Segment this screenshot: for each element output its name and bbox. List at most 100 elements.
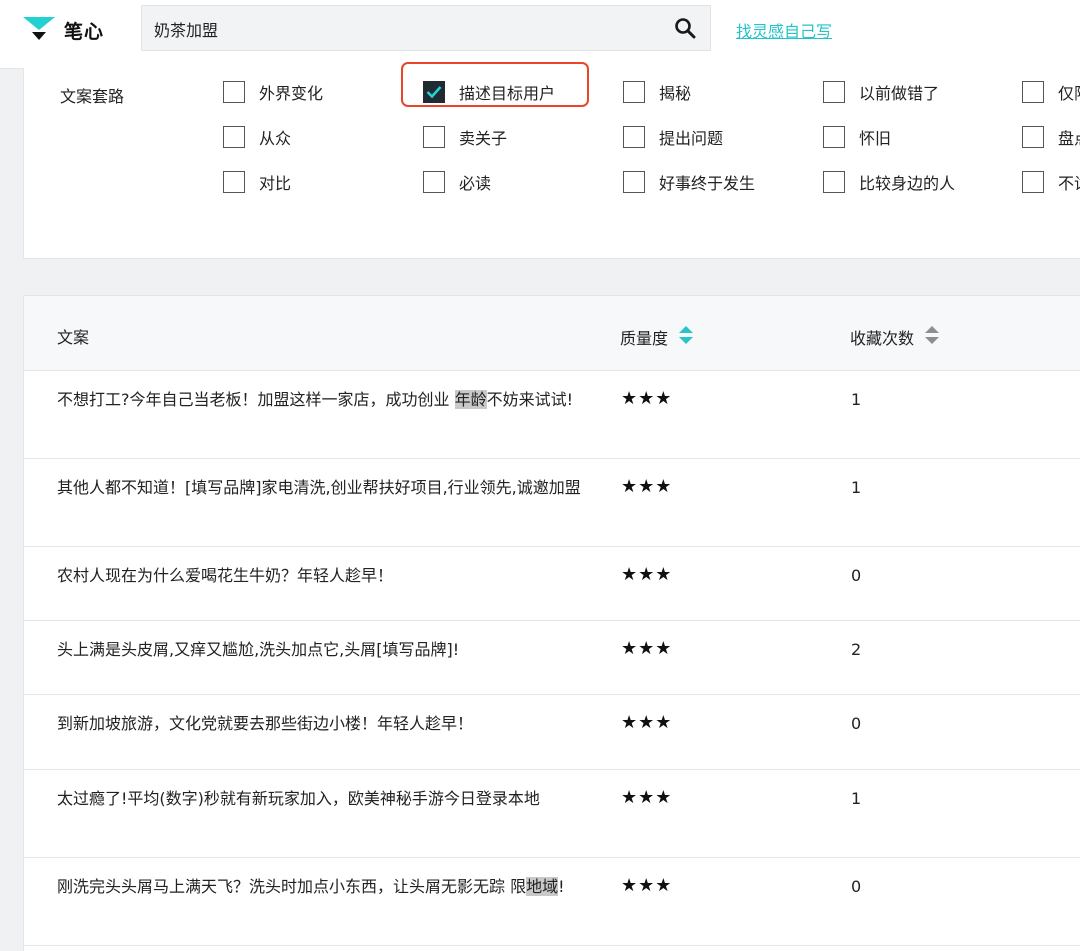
filter-option-describe-target-user[interactable]: 描述目标用户	[423, 79, 555, 105]
option-label: 仅限	[1058, 84, 1080, 103]
checkbox[interactable]	[1022, 81, 1044, 103]
filter-option-dont-try[interactable]: 不试	[1022, 169, 1080, 195]
option-label: 卖关子	[459, 129, 508, 148]
text-segment: !	[558, 877, 565, 896]
text-segment: 其他人都不知道！[填写品牌]家电清洗,创业帮扶好项目,行业领先,诚邀加盟	[57, 478, 581, 497]
checkbox-checked[interactable]	[423, 81, 445, 103]
filter-option-must-read[interactable]: 必读	[423, 169, 491, 195]
keyword-highlight: 地域	[526, 877, 559, 896]
favorite-count: 0	[851, 566, 862, 585]
filter-label: 文案套路	[60, 87, 125, 106]
filter-option-external-change[interactable]: 外界变化	[223, 79, 323, 105]
text-segment: 头上满是头皮屑,又痒又尴尬,洗头加点它,头屑[填写品牌]!	[57, 640, 460, 659]
column-header-favorites[interactable]: 收藏次数	[850, 324, 940, 350]
table-row[interactable]: 头上满是头皮屑,又痒又尴尬,洗头加点它,头屑[填写品牌]! ★★★ 2	[24, 620, 1080, 695]
option-label: 怀旧	[859, 129, 892, 148]
column-header-quality[interactable]: 质量度	[620, 324, 694, 350]
copy-text[interactable]: 太过瘾了!平均(数字)秒就有新玩家加入，欧美神秘手游今日登录本地	[57, 786, 587, 812]
option-label: 对比	[259, 174, 292, 193]
option-label: 必读	[459, 174, 492, 193]
favorite-count: 1	[851, 789, 862, 808]
write-yourself-link[interactable]: 找灵感自己写	[736, 18, 832, 42]
quality-stars: ★★★	[621, 476, 673, 497]
table-row[interactable]: 其他人都不知道！[填写品牌]家电清洗,创业帮扶好项目,行业领先,诚邀加盟 ★★★ 1	[24, 458, 1080, 547]
quality-stars: ★★★	[621, 638, 673, 659]
option-label: 比较身边的人	[859, 174, 956, 193]
quality-stars: ★★★	[621, 875, 673, 896]
copy-text[interactable]: 不想打工?今年自己当老板！加盟这样一家店，成功创业 年龄不妨来试试!	[57, 387, 587, 413]
checkbox[interactable]	[223, 171, 245, 193]
favorite-count: 1	[851, 478, 862, 497]
checkbox[interactable]	[623, 171, 645, 193]
text-segment: 到新加坡旅游，文化党就要去那些街边小楼！年轻人趁早！	[57, 714, 474, 733]
checkbox[interactable]	[223, 126, 245, 148]
checkbox[interactable]	[423, 171, 445, 193]
copy-text[interactable]: 农村人现在为什么爱喝花生牛奶？年轻人趁早！	[57, 563, 587, 589]
checkbox[interactable]	[623, 81, 645, 103]
filter-option-limited[interactable]: 仅限	[1022, 79, 1080, 105]
check-icon	[426, 86, 442, 99]
checkbox[interactable]	[1022, 171, 1044, 193]
favorite-count: 0	[851, 714, 862, 733]
text-segment: 太过瘾了!平均(数字)秒就有新玩家加入，欧美神秘手游今日登录本地	[57, 789, 540, 808]
text-segment: 不想打工?今年自己当老板！加盟这样一家店，成功创业	[57, 390, 455, 409]
favorite-count: 2	[851, 640, 862, 659]
text-segment: 不妨来试试!	[486, 390, 574, 409]
sort-icon[interactable]	[924, 324, 940, 350]
copy-text[interactable]: 刚洗完头头屑马上满天飞？洗头时加点小东西，让头屑无影无踪 限地域!	[57, 874, 587, 900]
logo-icon	[23, 17, 55, 40]
checkbox[interactable]	[223, 81, 245, 103]
option-label: 不试	[1058, 174, 1080, 193]
quality-stars: ★★★	[621, 388, 673, 409]
column-label: 质量度	[620, 329, 669, 348]
table-row[interactable]: 农村人现在为什么爱喝花生牛奶？年轻人趁早！ ★★★ 0	[24, 546, 1080, 621]
option-label: 描述目标用户	[459, 84, 556, 103]
checkbox[interactable]	[823, 81, 845, 103]
text-segment: 农村人现在为什么爱喝花生牛奶？年轻人趁早！	[57, 566, 394, 585]
table-row[interactable]: 到新加坡旅游，文化党就要去那些街边小楼！年轻人趁早！ ★★★ 0	[24, 694, 1080, 770]
copy-pattern-filter: 文案套路 外界变化 描述目标用户 揭秘 以前做错了 仅限 从众 卖关子 提出问题	[23, 62, 1080, 259]
option-label: 好事终于发生	[659, 174, 756, 193]
option-label: 揭秘	[659, 84, 692, 103]
filter-option-did-wrong-before[interactable]: 以前做错了	[823, 79, 939, 105]
sort-icon[interactable]	[678, 324, 694, 350]
quality-stars: ★★★	[621, 712, 673, 733]
filter-option-roundup[interactable]: 盘点	[1022, 124, 1080, 150]
copy-text[interactable]: 到新加坡旅游，文化党就要去那些街边小楼！年轻人趁早！	[57, 711, 587, 737]
filter-option-suspense[interactable]: 卖关子	[423, 124, 507, 150]
copy-text[interactable]: 头上满是头皮屑,又痒又尴尬,洗头加点它,头屑[填写品牌]!	[57, 637, 587, 663]
column-label: 收藏次数	[850, 329, 915, 348]
table-header: 文案 质量度 收藏次数	[24, 296, 1080, 371]
copy-text[interactable]: 其他人都不知道！[填写品牌]家电清洗,创业帮扶好项目,行业领先,诚邀加盟	[57, 475, 587, 501]
table-row[interactable]: 不想打工?今年自己当老板！加盟这样一家店，成功创业 年龄不妨来试试! ★★★ 1	[24, 370, 1080, 459]
favorite-count: 1	[851, 390, 862, 409]
search-icon[interactable]	[674, 17, 696, 39]
top-header: 笔心 找灵感自己写	[0, 0, 1080, 69]
text-segment: 刚洗完头头屑马上满天飞？洗头时加点小东西，让头屑无影无踪 限	[57, 877, 527, 896]
table-row[interactable]: 刚洗完头头屑马上满天飞？洗头时加点小东西，让头屑无影无踪 限地域! ★★★ 0	[24, 857, 1080, 946]
checkbox[interactable]	[423, 126, 445, 148]
filter-option-good-thing-happens[interactable]: 好事终于发生	[623, 169, 755, 195]
checkbox[interactable]	[823, 126, 845, 148]
checkbox[interactable]	[823, 171, 845, 193]
copy-results-table: 文案 质量度 收藏次数 不想打工?今年自己当老板！加盟这样一家店，成功创业 年龄…	[23, 295, 1080, 951]
filter-option-nostalgia[interactable]: 怀旧	[823, 124, 891, 150]
filter-option-conformity[interactable]: 从众	[223, 124, 291, 150]
favorite-count: 0	[851, 877, 862, 896]
option-label: 提出问题	[659, 129, 724, 148]
option-label: 以前做错了	[859, 84, 940, 103]
filter-option-ask-question[interactable]: 提出问题	[623, 124, 723, 150]
table-row[interactable]: 太过瘾了!平均(数字)秒就有新玩家加入，欧美神秘手游今日登录本地 ★★★ 1	[24, 769, 1080, 858]
quality-stars: ★★★	[621, 787, 673, 808]
quality-stars: ★★★	[621, 564, 673, 585]
filter-option-reveal[interactable]: 揭秘	[623, 79, 691, 105]
column-header-copy: 文案	[57, 324, 89, 348]
brand-logo[interactable]: 笔心	[22, 12, 132, 48]
option-label: 盘点	[1058, 129, 1080, 148]
search-input[interactable]	[152, 6, 656, 52]
filter-option-compare-people-around[interactable]: 比较身边的人	[823, 169, 955, 195]
checkbox[interactable]	[623, 126, 645, 148]
checkbox[interactable]	[1022, 126, 1044, 148]
filter-option-contrast[interactable]: 对比	[223, 169, 291, 195]
option-label: 从众	[259, 129, 292, 148]
